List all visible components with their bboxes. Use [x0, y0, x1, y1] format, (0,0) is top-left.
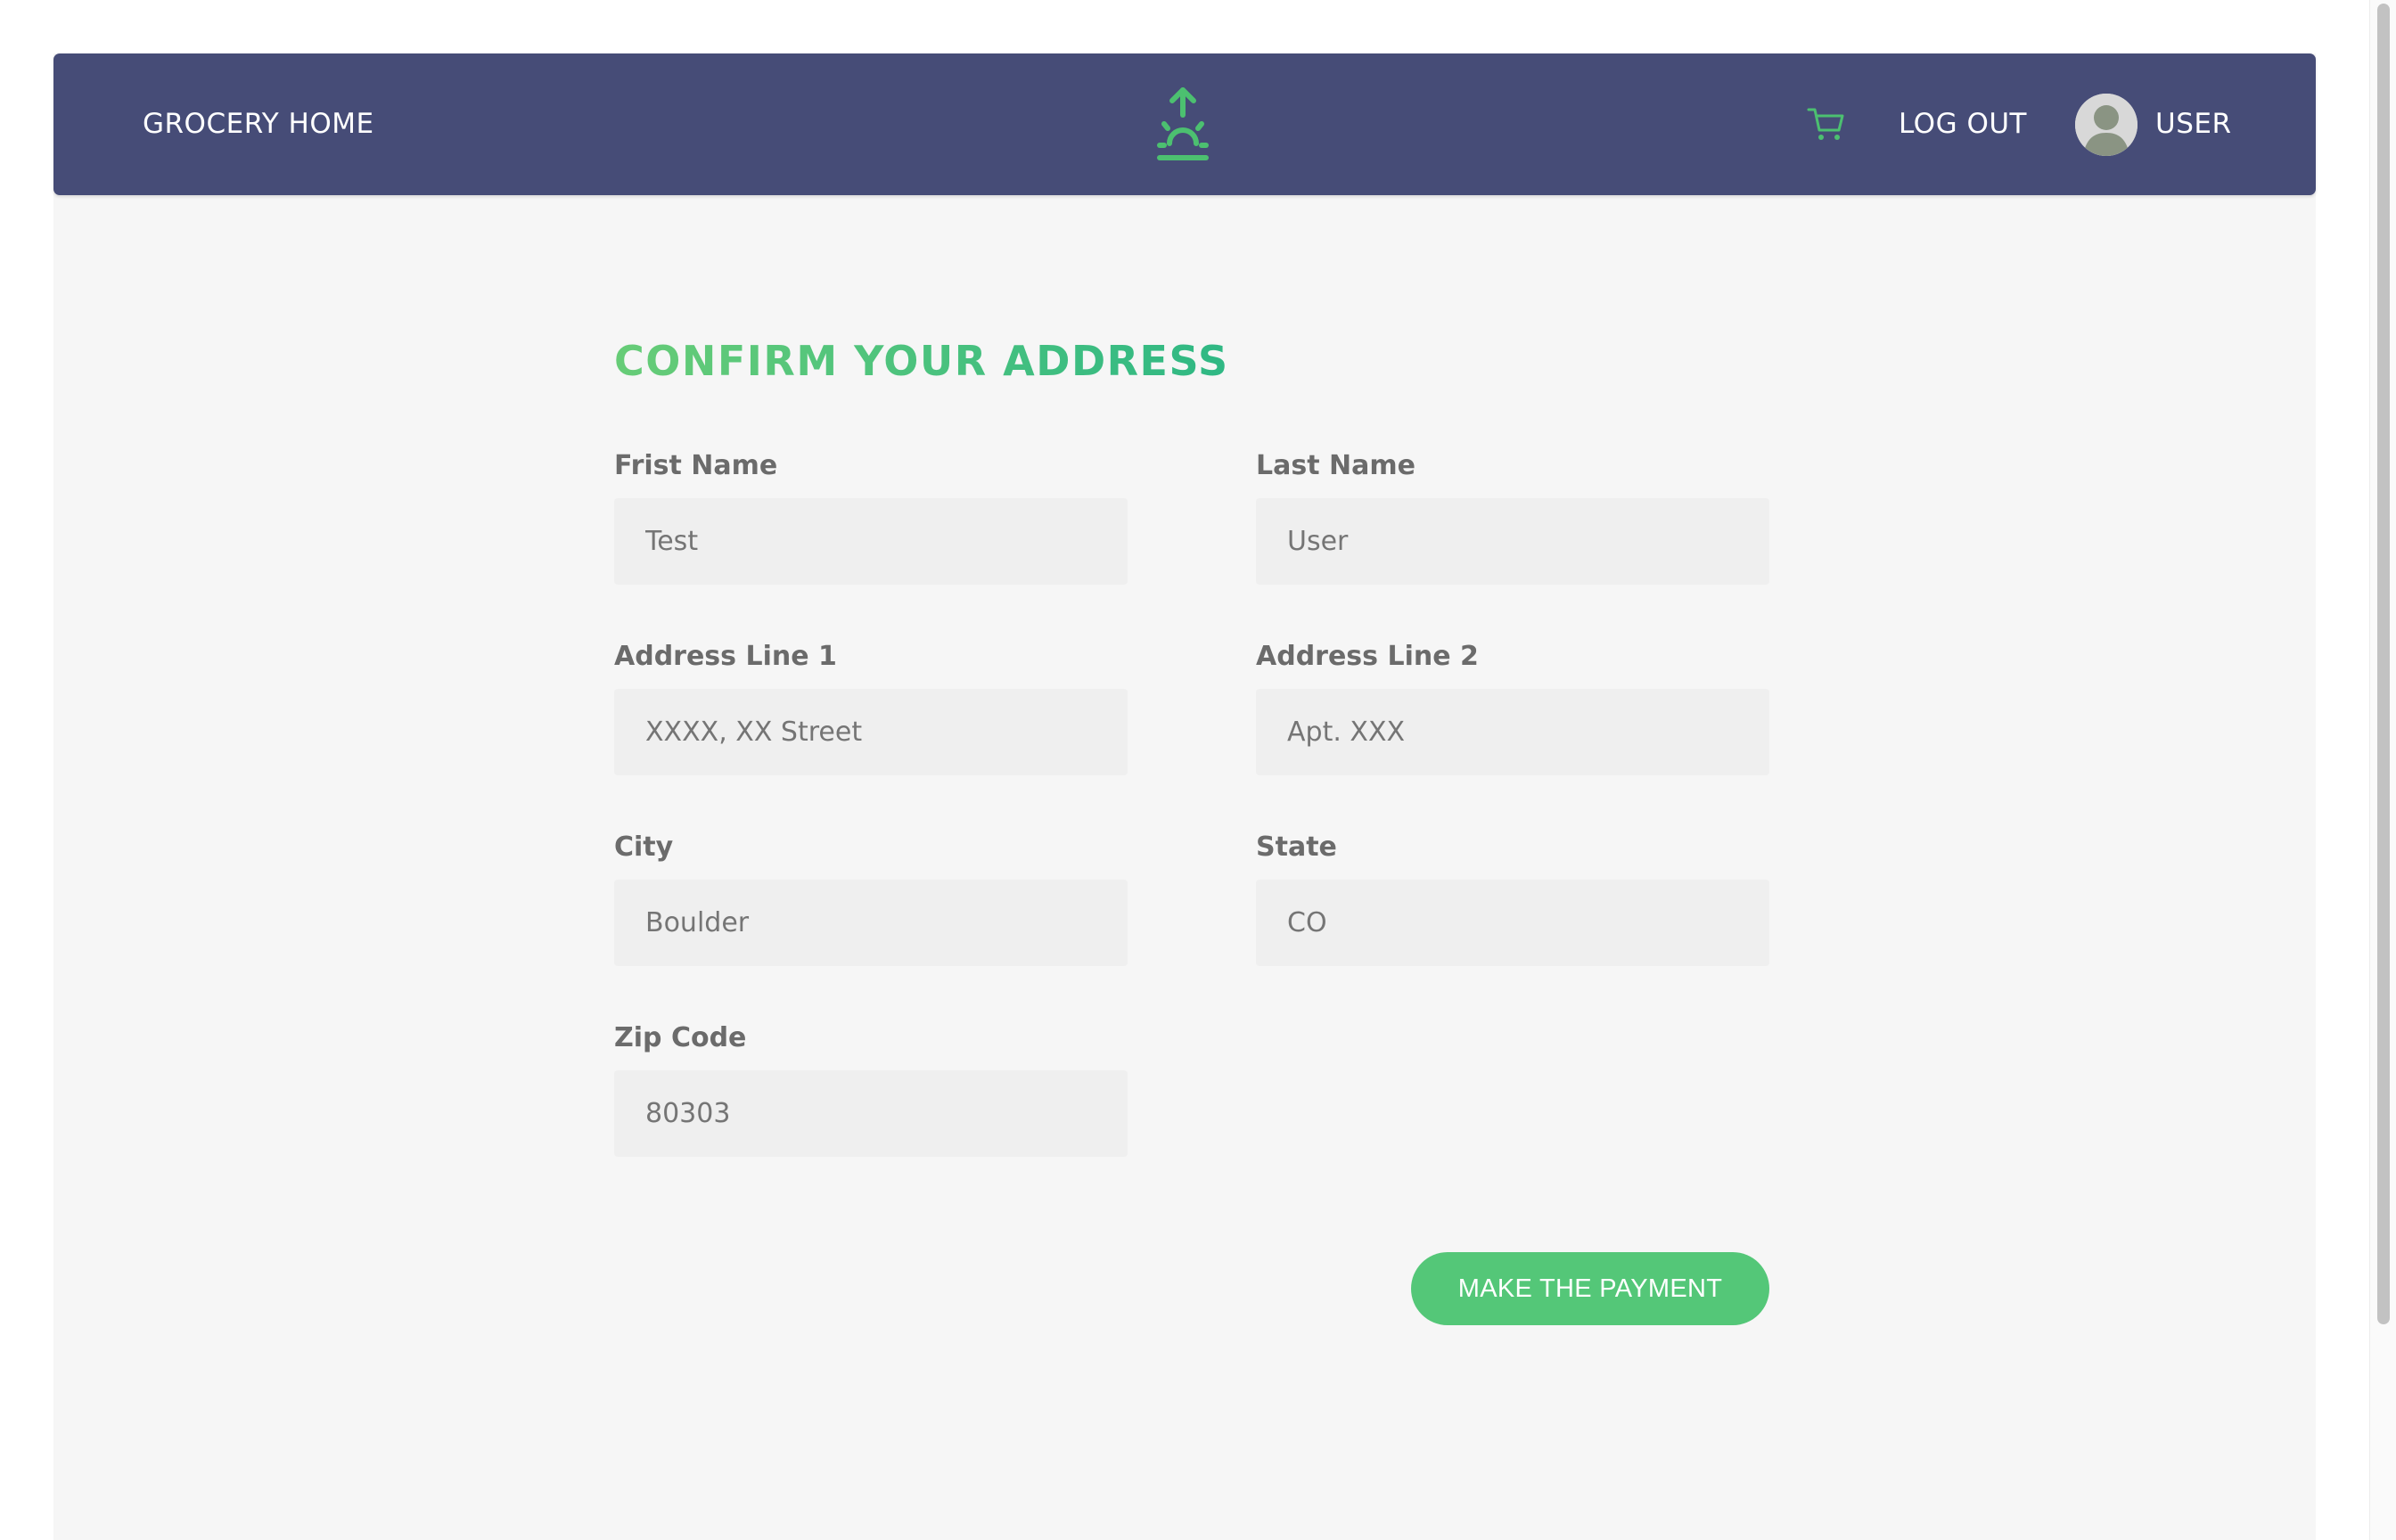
- sunrise-icon[interactable]: [1140, 83, 1226, 168]
- shopping-cart-icon[interactable]: [1806, 103, 1847, 144]
- last-name-field-group: Last Name: [1256, 450, 1769, 585]
- city-input[interactable]: [614, 880, 1128, 966]
- user-menu-label[interactable]: USER: [2155, 53, 2232, 195]
- scrollbar-thumb[interactable]: [2377, 4, 2390, 1324]
- address-line-1-field-group: Address Line 1: [614, 641, 1128, 775]
- first-name-field-group: Frist Name: [614, 450, 1128, 585]
- address-line-2-label: Address Line 2: [1256, 641, 1479, 672]
- page-title: CONFIRM YOUR ADDRESS: [614, 337, 1229, 385]
- city-field-group: City: [614, 831, 1128, 966]
- first-name-input[interactable]: [614, 498, 1128, 585]
- logout-link[interactable]: LOG OUT: [1899, 53, 2027, 195]
- state-field-group: State: [1256, 831, 1769, 966]
- last-name-label: Last Name: [1256, 450, 1415, 481]
- address-line-2-input[interactable]: [1256, 689, 1769, 775]
- page-content-area: [53, 53, 2316, 1540]
- city-label: City: [614, 831, 674, 863]
- zip-code-label: Zip Code: [614, 1022, 747, 1053]
- last-name-input[interactable]: [1256, 498, 1769, 585]
- state-input[interactable]: [1256, 880, 1769, 966]
- address-line-2-field-group: Address Line 2: [1256, 641, 1769, 775]
- zip-code-input[interactable]: [614, 1070, 1128, 1157]
- make-payment-button[interactable]: MAKE THE PAYMENT: [1411, 1252, 1769, 1325]
- address-line-1-input[interactable]: [614, 689, 1128, 775]
- grocery-home-link[interactable]: GROCERY HOME: [143, 53, 374, 195]
- state-label: State: [1256, 831, 1337, 863]
- address-line-1-label: Address Line 1: [614, 641, 837, 672]
- top-navigation-bar: GROCERY HOME LOG OUT USER: [53, 53, 2316, 195]
- zip-code-field-group: Zip Code: [614, 1022, 1128, 1157]
- user-avatar-icon[interactable]: [2075, 94, 2138, 156]
- vertical-scrollbar[interactable]: [2369, 0, 2396, 1540]
- first-name-label: Frist Name: [614, 450, 778, 481]
